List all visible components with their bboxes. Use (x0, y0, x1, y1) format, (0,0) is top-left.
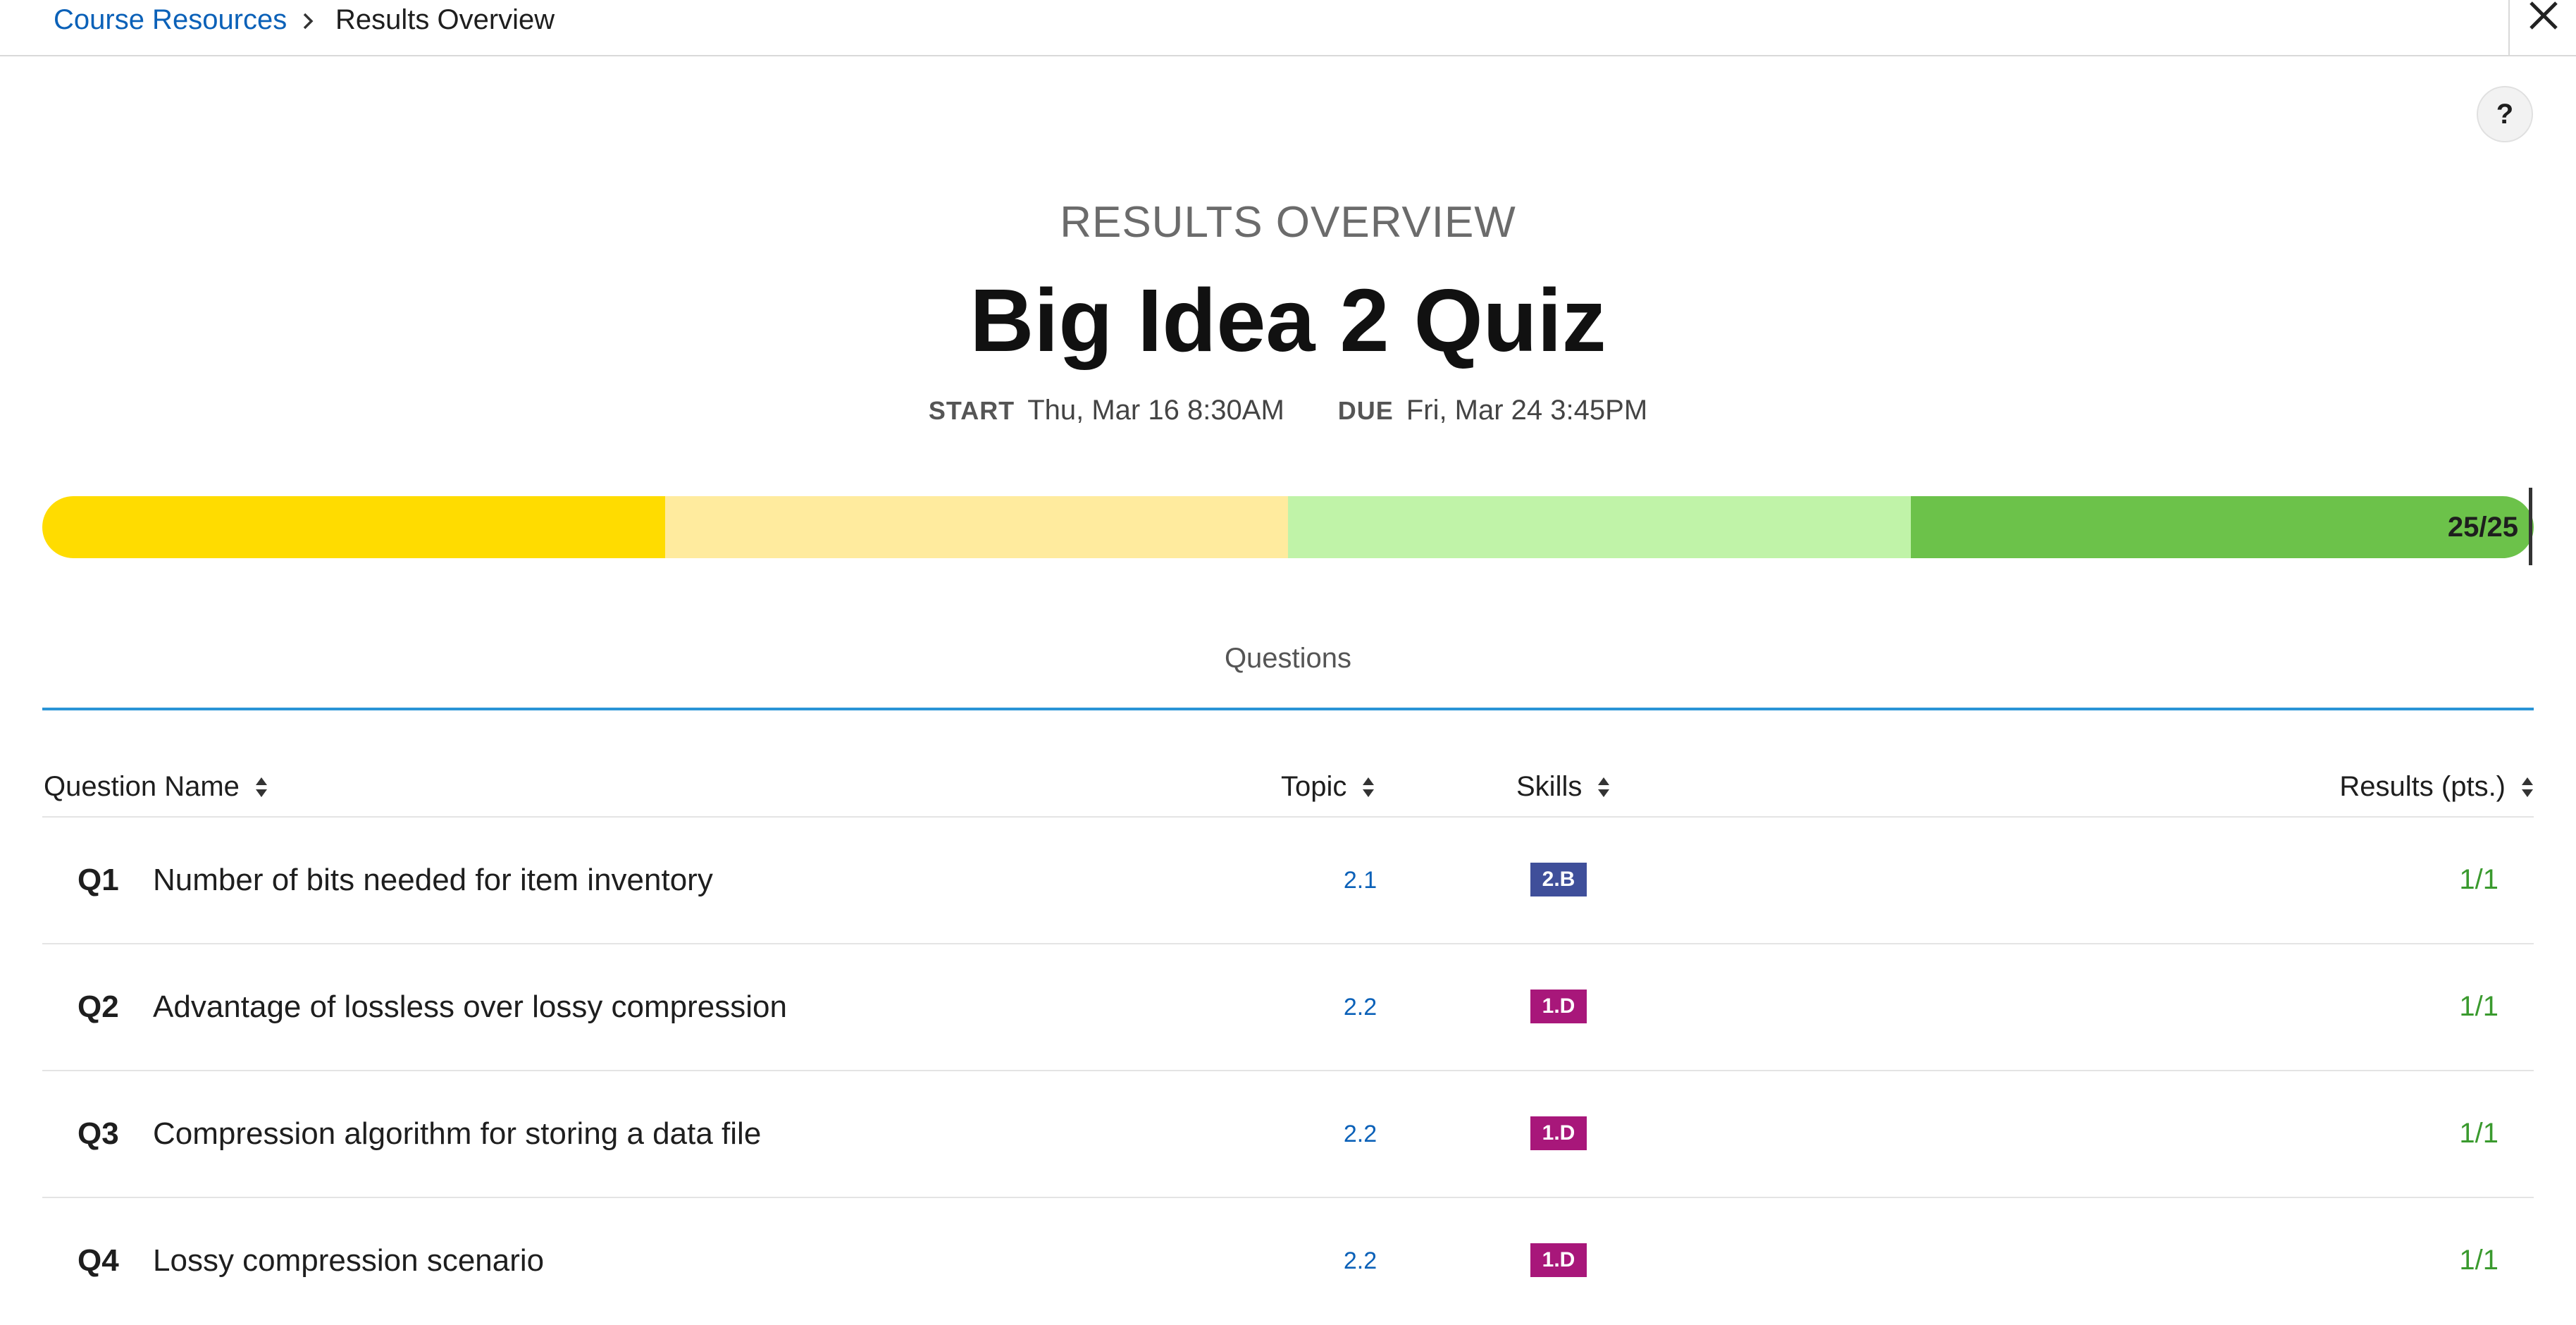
column-header-question-name[interactable]: Question Name (44, 771, 268, 803)
page-eyebrow: RESULTS OVERVIEW (1060, 198, 1516, 247)
result-score: 1/1 (2459, 864, 2498, 895)
result-score: 1/1 (2459, 1118, 2498, 1149)
question-number: Q3 (78, 1116, 119, 1151)
due-date: Fri, Mar 24 3:45PM (1406, 395, 1648, 426)
breadcrumb-link-course-resources[interactable]: Course Resources (54, 4, 287, 36)
help-button[interactable]: ? (2477, 86, 2533, 142)
score-progress-bar: 25/25 (42, 496, 2534, 558)
question-number: Q4 (78, 1243, 119, 1278)
progress-segment-3 (1288, 496, 1911, 558)
question-name[interactable]: Compression algorithm for storing a data… (153, 1116, 761, 1152)
topic-link[interactable]: 2.2 (1288, 1121, 1432, 1148)
score-label: 25/25 (2447, 512, 2518, 543)
table-row[interactable]: Q4 Lossy compression scenario 2.2 1.D 1/… (42, 1198, 2534, 1325)
question-name[interactable]: Advantage of lossless over lossy compres… (153, 990, 787, 1025)
start-date: Thu, Mar 16 8:30AM (1027, 395, 1284, 426)
column-header-label: Results (pts.) (2339, 771, 2506, 802)
column-header-skills[interactable]: Skills (1516, 771, 1610, 803)
assignment-dates: START Thu, Mar 16 8:30AM DUE Fri, Mar 24 3:… (0, 395, 2576, 426)
question-number: Q2 (78, 990, 119, 1024)
result-score: 1/1 (2459, 991, 2498, 1022)
skill-badge: 2.B (1530, 863, 1587, 896)
skill-badge: 1.D (1530, 1243, 1587, 1277)
sort-icon (1598, 777, 1610, 797)
progress-segment-2 (665, 496, 1288, 558)
topic-link[interactable]: 2.2 (1288, 1247, 1432, 1275)
skill-badge: 1.D (1530, 1116, 1587, 1150)
question-number: Q1 (78, 863, 119, 897)
table-row[interactable]: Q3 Compression algorithm for storing a d… (42, 1071, 2534, 1198)
close-icon (2529, 1, 2558, 30)
topic-link[interactable]: 2.1 (1288, 867, 1432, 894)
text-cursor (2529, 488, 2532, 565)
sort-icon (1363, 777, 1375, 797)
skill-badge: 1.D (1530, 990, 1587, 1023)
topic-link[interactable]: 2.2 (1288, 994, 1432, 1021)
column-header-topic[interactable]: Topic (1281, 771, 1375, 803)
start-label: START (928, 396, 1015, 425)
sort-icon (2522, 777, 2533, 797)
progress-segment-1 (42, 496, 665, 558)
tab-questions[interactable]: Questions (0, 643, 2576, 674)
sort-icon (255, 777, 267, 797)
column-header-label: Question Name (44, 771, 240, 802)
close-button[interactable] (2508, 0, 2576, 56)
question-name[interactable]: Number of bits needed for item inventory (153, 863, 713, 898)
tab-active-indicator (42, 708, 2534, 710)
table-row[interactable]: Q2 Advantage of lossless over lossy comp… (42, 944, 2534, 1071)
column-header-label: Topic (1281, 771, 1347, 802)
column-header-label: Skills (1516, 771, 1583, 802)
column-header-results[interactable]: Results (pts.) (2339, 771, 2534, 803)
progress-segment-4 (1911, 496, 2534, 558)
breadcrumb-current: Results Overview (335, 4, 555, 35)
table-row[interactable]: Q1 Number of bits needed for item invent… (42, 818, 2534, 944)
table-header: Question Name Topic Skills Results (pts.… (42, 765, 2534, 818)
due-label: DUE (1337, 396, 1394, 425)
page-title: Big Idea 2 Quiz (970, 271, 1606, 370)
chevron-right-icon (303, 13, 314, 30)
question-name[interactable]: Lossy compression scenario (153, 1243, 544, 1278)
result-score: 1/1 (2459, 1245, 2498, 1276)
top-bar: Course Resources Results Overview (0, 0, 2576, 56)
